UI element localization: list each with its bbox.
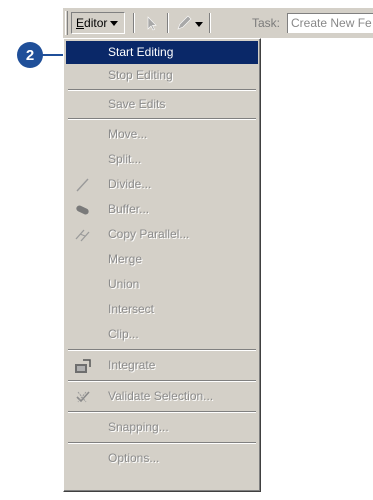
menu-item-copy-parallel[interactable]: Copy Parallel... xyxy=(66,223,258,246)
toolbar-grip[interactable] xyxy=(65,11,68,35)
menu-item-intersect[interactable]: Intersect xyxy=(66,298,258,321)
buffer-icon xyxy=(76,205,89,215)
editor-toolbar: Editor Task: Create New Fe xyxy=(63,8,373,38)
sketch-tool-icon[interactable] xyxy=(175,15,193,31)
menu-item-union[interactable]: Union xyxy=(66,273,258,296)
validate-selection-icon xyxy=(76,391,90,403)
menu-item-buffer[interactable]: Buffer... xyxy=(66,198,258,221)
menu-item-validate-selection[interactable]: Validate Selection... xyxy=(66,385,258,408)
menu-item-split[interactable]: Split... xyxy=(66,148,258,171)
menu-item-stop-editing[interactable]: Stop Editing xyxy=(66,64,258,87)
menu-separator xyxy=(68,442,256,444)
menu-separator xyxy=(68,380,256,382)
task-label: Task: xyxy=(252,16,281,30)
menu-item-options[interactable]: Options... xyxy=(66,447,258,470)
menu-item-save-edits[interactable]: Save Edits xyxy=(66,93,258,116)
menu-separator xyxy=(68,349,256,351)
task-dropdown[interactable]: Create New Fe xyxy=(287,13,373,33)
menu-separator xyxy=(68,411,256,413)
menu-item-clip[interactable]: Clip... xyxy=(66,323,258,346)
menu-item-start-editing[interactable]: Start Editing xyxy=(66,41,258,64)
menu-separator xyxy=(68,89,256,91)
toolbar-separator xyxy=(167,13,169,33)
copy-parallel-icon xyxy=(75,229,90,242)
menu-item-integrate[interactable]: Integrate xyxy=(66,354,258,377)
editor-menu-button[interactable]: Editor xyxy=(71,12,125,34)
editor-dropdown-menu: Start Editing Stop Editing Save Edits Mo… xyxy=(63,38,261,492)
chevron-down-icon xyxy=(110,21,118,26)
toolbar-separator xyxy=(133,13,135,33)
menu-item-merge[interactable]: Merge xyxy=(66,248,258,271)
menu-item-move[interactable]: Move... xyxy=(66,123,258,146)
menu-separator xyxy=(68,118,256,120)
editor-menu-label: Editor xyxy=(76,16,108,30)
divide-icon xyxy=(76,178,89,192)
toolbar-separator xyxy=(209,13,211,33)
integrate-icon xyxy=(75,359,91,373)
menu-item-snapping[interactable]: Snapping... xyxy=(66,416,258,439)
edit-tool-icon[interactable] xyxy=(143,15,161,31)
menu-item-divide[interactable]: Divide... xyxy=(66,173,258,196)
chevron-down-icon[interactable] xyxy=(195,22,203,27)
step-number-badge: 2 xyxy=(17,42,43,68)
